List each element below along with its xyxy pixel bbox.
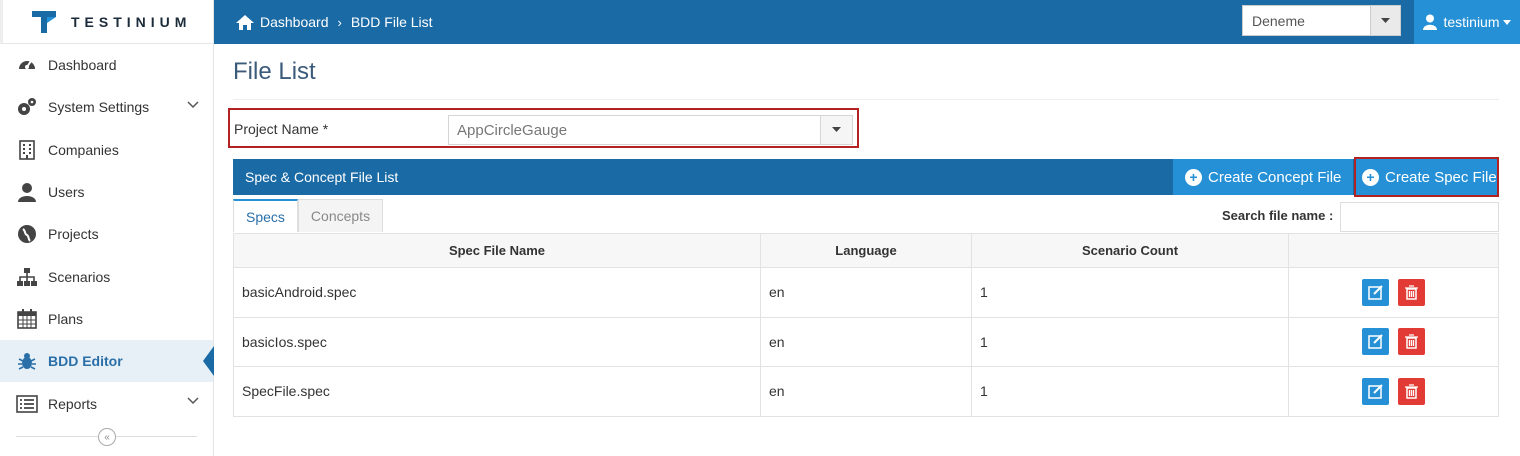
page-title: File List (233, 58, 1499, 100)
table-row: basicIos.spec en 1 (233, 316, 1499, 367)
main-content: File List Project Name * AppCircleGauge … (228, 44, 1499, 417)
cell-actions (1288, 267, 1499, 318)
edit-icon (1367, 384, 1383, 399)
sidebar-item-projects[interactable]: Projects (0, 213, 213, 255)
trash-icon (1405, 285, 1419, 300)
sidebar-item-label: BDD Editor (48, 353, 123, 370)
calendar-icon (16, 308, 38, 330)
brand-logo[interactable]: TESTINIUM (0, 0, 213, 44)
tab-concepts[interactable]: Concepts (297, 199, 384, 232)
cell-language: en (760, 316, 972, 367)
search-label: Search file name : (1222, 208, 1334, 223)
column-scenario-count[interactable]: Scenario Count (971, 233, 1289, 268)
home-icon[interactable] (236, 14, 254, 30)
testinium-logo-icon (32, 10, 56, 33)
sidebar-nav: Dashboard System Settings Companies User… (0, 44, 214, 425)
project-name-label: Project Name * (234, 121, 329, 137)
plus-circle-icon: + (1185, 168, 1202, 186)
cell-actions (1288, 366, 1499, 417)
delete-button[interactable] (1398, 328, 1426, 356)
user-name: testinium (1443, 14, 1500, 30)
breadcrumb-separator-icon: › (337, 14, 342, 30)
breadcrumb-dashboard[interactable]: Dashboard (260, 14, 329, 30)
cell-file-name: SpecFile.spec (233, 366, 761, 417)
user-icon (1423, 14, 1438, 30)
breadcrumb: Dashboard › BDD File List (236, 0, 433, 44)
panel-title: Spec & Concept File List (245, 169, 399, 185)
search-file-name-input[interactable] (1340, 202, 1499, 232)
delete-button[interactable] (1398, 377, 1426, 405)
cell-file-name: basicIos.spec (233, 316, 761, 367)
sidebar-item-scenarios[interactable]: Scenarios (0, 255, 213, 297)
table-row: basicAndroid.spec en 1 (233, 267, 1499, 318)
caret-down-icon[interactable] (820, 116, 852, 144)
sidebar-item-label: Reports (48, 395, 98, 412)
user-menu[interactable]: testinium (1414, 0, 1520, 44)
cell-scenario-count: 1 (971, 366, 1289, 417)
sidebar-item-label: Projects (48, 226, 99, 243)
cell-file-name: basicAndroid.spec (233, 267, 761, 318)
edit-button[interactable] (1361, 328, 1389, 356)
cell-scenario-count: 1 (971, 267, 1289, 318)
dashboard-icon (16, 54, 38, 76)
sidebar-item-dashboard[interactable]: Dashboard (0, 44, 213, 86)
sidebar-item-bdd-editor[interactable]: BDD Editor (0, 340, 214, 383)
project-name-select[interactable]: AppCircleGauge (448, 115, 853, 145)
file-list-panel-header: Spec & Concept File List + Create Concep… (233, 157, 1499, 197)
bug-icon (16, 350, 38, 372)
spec-file-table: Spec File Name Language Scenario Count b… (233, 233, 1499, 417)
globe-icon (16, 223, 38, 245)
company-select[interactable]: Deneme (1242, 5, 1401, 36)
file-type-tabs: Specs Concepts (233, 199, 384, 233)
cell-language: en (760, 267, 972, 318)
tab-specs[interactable]: Specs (233, 199, 298, 232)
list-icon (16, 393, 38, 415)
edit-icon (1367, 334, 1383, 349)
create-spec-file-button[interactable]: + Create Spec File (1354, 157, 1499, 197)
cell-actions (1288, 316, 1499, 367)
project-name-row: Project Name * AppCircleGauge (228, 108, 859, 148)
caret-down-icon (1502, 19, 1511, 25)
project-name-value: AppCircleGauge (457, 121, 568, 139)
delete-button[interactable] (1398, 278, 1426, 306)
sidebar-item-plans[interactable]: Plans (0, 298, 213, 340)
company-select-value: Deneme (1252, 12, 1305, 29)
edit-button[interactable] (1361, 278, 1389, 306)
column-language[interactable]: Language (760, 233, 972, 268)
column-actions (1288, 233, 1499, 268)
chevron-down-icon (187, 397, 199, 405)
sitemap-icon (16, 266, 38, 288)
user-icon (16, 181, 38, 203)
trash-icon (1405, 384, 1419, 399)
sidebar-item-reports[interactable]: Reports (0, 382, 213, 424)
table-header-row: Spec File Name Language Scenario Count (233, 233, 1499, 268)
column-spec-file-name[interactable]: Spec File Name (233, 233, 761, 268)
create-concept-file-button[interactable]: + Create Concept File (1173, 159, 1353, 195)
sidebar-item-system-settings[interactable]: System Settings (0, 86, 213, 128)
breadcrumb-current: BDD File List (350, 14, 433, 30)
sidebar-item-label: Scenarios (48, 268, 111, 285)
edit-button[interactable] (1361, 377, 1389, 405)
sidebar-item-label: System Settings (48, 99, 150, 116)
sidebar-item-label: Plans (48, 310, 84, 327)
cell-language: en (760, 366, 972, 417)
sidebar-item-label: Dashboard (48, 57, 117, 74)
building-icon (16, 139, 38, 161)
top-bar: Dashboard › BDD File List Deneme testini… (214, 0, 1520, 44)
collapse-sidebar-icon[interactable]: « (98, 428, 116, 446)
cell-scenario-count: 1 (971, 316, 1289, 367)
sidebar-item-label: Users (48, 184, 85, 201)
sidebar: TESTINIUM Dashboard System Settings Comp… (0, 0, 214, 456)
sidebar-item-companies[interactable]: Companies (0, 129, 213, 171)
table-row: SpecFile.spec en 1 (233, 366, 1499, 417)
gears-icon (16, 96, 38, 118)
edit-icon (1367, 285, 1383, 300)
brand-name: TESTINIUM (71, 13, 192, 30)
sidebar-item-label: Companies (48, 141, 119, 158)
plus-circle-icon: + (1362, 168, 1379, 186)
caret-down-icon[interactable] (1370, 6, 1400, 35)
trash-icon (1405, 334, 1419, 349)
sidebar-item-users[interactable]: Users (0, 171, 213, 213)
chevron-down-icon (187, 101, 199, 109)
